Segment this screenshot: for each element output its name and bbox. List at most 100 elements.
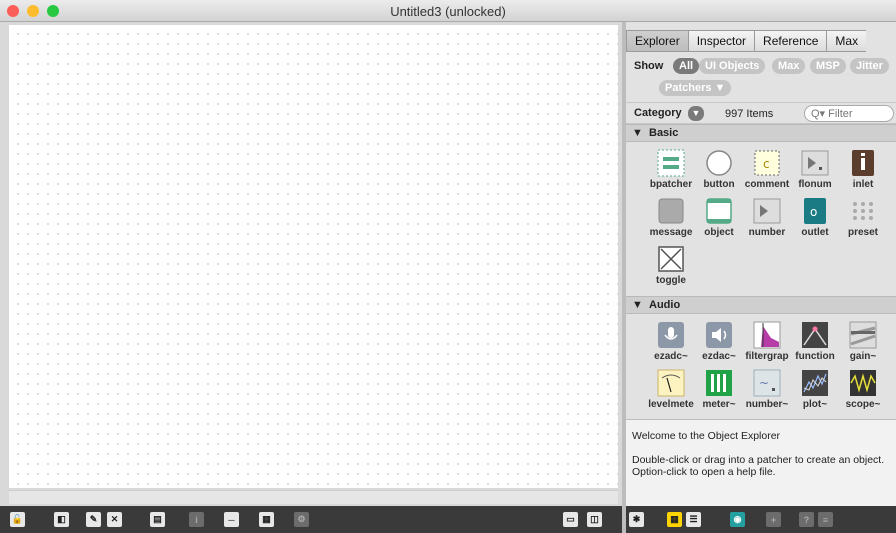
search-icon: Q▾ xyxy=(811,108,826,120)
number-tilde-icon: ~ xyxy=(751,368,783,398)
object-label: ezadc~ xyxy=(654,351,688,362)
object-item-flonum[interactable]: flonum xyxy=(792,148,838,194)
svg-text:~: ~ xyxy=(759,376,769,390)
object-item-ezdac[interactable]: ezdac~ xyxy=(696,320,742,366)
filter-all[interactable]: All xyxy=(673,58,700,74)
help-icon[interactable]: ? xyxy=(799,512,814,527)
outlet-icon: o xyxy=(799,196,831,226)
filter-msp[interactable]: MSP xyxy=(810,58,846,74)
tab-reference[interactable]: Reference xyxy=(755,30,828,52)
tab-max[interactable]: Max xyxy=(827,30,867,52)
add-icon[interactable]: + xyxy=(766,512,781,527)
object-label: scope~ xyxy=(845,399,881,410)
object-item-comment[interactable]: c comment xyxy=(744,148,790,194)
object-item-scope[interactable]: scope~ xyxy=(840,368,886,414)
levelmeter-icon xyxy=(655,368,687,398)
object-item-toggle[interactable]: toggle xyxy=(648,244,694,290)
category-row: Category ▼ 997 Items Q▾ Filter xyxy=(626,102,896,124)
icon-view-icon[interactable]: ▦ xyxy=(667,512,682,527)
object-item-object[interactable]: object xyxy=(696,196,742,242)
object-item-number-tilde[interactable]: ~ number~ xyxy=(744,368,790,414)
object-item-gain[interactable]: gain~ xyxy=(840,320,886,366)
help-pane: Welcome to the Object Explorer Double-cl… xyxy=(626,419,896,506)
debug-icon[interactable]: ⚙ xyxy=(294,512,309,527)
speaker-icon xyxy=(703,320,735,350)
object-item-ezadc[interactable]: ezadc~ xyxy=(648,320,694,366)
filter-patchers[interactable]: Patchers ▼ xyxy=(659,80,732,96)
filter-jitter[interactable]: Jitter xyxy=(850,58,889,74)
horizontal-scrollbar[interactable] xyxy=(9,490,618,504)
section-audio[interactable]: ▼ Audio xyxy=(626,296,896,314)
disclosure-triangle-icon: ▼ xyxy=(632,299,649,311)
object-item-message[interactable]: message xyxy=(648,196,694,242)
split-vertical-icon[interactable]: ◫ xyxy=(587,512,602,527)
filter-input[interactable]: Q▾ Filter xyxy=(804,105,894,122)
toggle-icon xyxy=(655,244,687,274)
button-icon xyxy=(703,148,735,178)
object-item-levelmeter[interactable]: levelmete xyxy=(648,368,694,414)
meter-icon xyxy=(703,368,735,398)
inlet-icon xyxy=(847,148,879,178)
panel-toolbar: ✱ ▦ ☰ ◉ + ? ≡ xyxy=(626,506,896,533)
message-icon xyxy=(655,196,687,226)
object-explorer-panel: Explorer Inspector Reference Max Show Al… xyxy=(626,22,896,533)
help-title: Welcome to the Object Explorer xyxy=(632,430,781,442)
help-body: Double-click or drag into a patcher to c… xyxy=(632,454,885,478)
presentation-icon[interactable]: ◧ xyxy=(54,512,69,527)
object-item-plot[interactable]: plot~ xyxy=(792,368,838,414)
close-box-icon[interactable]: ✕ xyxy=(107,512,122,527)
audio-objects-grid: ezadc~ ezdac~ filtergrap function gain~ … xyxy=(626,314,896,419)
object-label: function xyxy=(795,351,835,362)
object-item-function[interactable]: function xyxy=(792,320,838,366)
object-item-preset[interactable]: preset xyxy=(840,196,886,242)
info-icon[interactable]: i xyxy=(189,512,204,527)
patcher-canvas[interactable] xyxy=(9,25,618,488)
object-label: flonum xyxy=(798,179,832,190)
category-dropdown[interactable]: ▼ xyxy=(688,106,704,121)
object-label: outlet xyxy=(801,227,829,238)
object-label: preset xyxy=(847,227,878,238)
object-item-outlet[interactable]: o outlet xyxy=(792,196,838,242)
object-label: comment xyxy=(744,179,790,190)
object-item-filtergraph[interactable]: filtergrap xyxy=(744,320,790,366)
svg-text:o: o xyxy=(810,205,817,219)
flonum-icon xyxy=(799,148,831,178)
patcher-window: Untitled3 (unlocked) 🔓 ◧ ✎ ✕ ▤ i ─ ▦ ⚙ ▭… xyxy=(0,0,896,533)
object-label: number~ xyxy=(745,399,789,410)
snapshot-icon[interactable]: ▤ xyxy=(150,512,165,527)
grid-icon[interactable]: ▦ xyxy=(259,512,274,527)
split-horizontal-icon[interactable]: ▭ xyxy=(563,512,578,527)
comment-icon: c xyxy=(751,148,783,178)
list-view-icon[interactable]: ☰ xyxy=(686,512,701,527)
object-label: button xyxy=(703,179,735,190)
eye-icon[interactable]: ◉ xyxy=(730,512,745,527)
scope-icon xyxy=(847,368,879,398)
lock-icon[interactable]: 🔓 xyxy=(10,512,25,527)
object-item-bpatcher[interactable]: bpatcher xyxy=(648,148,694,194)
edit-icon[interactable]: ✎ xyxy=(86,512,101,527)
explorer-tabs: Explorer Inspector Reference Max xyxy=(626,30,896,52)
microphone-icon xyxy=(655,320,687,350)
filter-max[interactable]: Max xyxy=(772,58,806,74)
tab-inspector[interactable]: Inspector xyxy=(688,30,756,52)
object-item-inlet[interactable]: inlet xyxy=(840,148,886,194)
object-item-meter[interactable]: meter~ xyxy=(696,368,742,414)
gain-icon xyxy=(847,320,879,350)
connect-icon[interactable]: ─ xyxy=(224,512,239,527)
plot-icon xyxy=(799,368,831,398)
tab-explorer[interactable]: Explorer xyxy=(626,30,689,52)
object-label: filtergrap xyxy=(745,351,789,362)
window-title: Untitled3 (unlocked) xyxy=(390,4,506,19)
disclosure-triangle-icon: ▼ xyxy=(632,127,649,139)
object-label: object xyxy=(704,227,734,238)
filter-ui-objects[interactable]: UI Objects xyxy=(699,58,766,74)
filter-placeholder: Filter xyxy=(828,108,853,120)
section-basic[interactable]: ▼ Basic xyxy=(626,124,896,142)
object-item-button[interactable]: button xyxy=(696,148,742,194)
object-label: inlet xyxy=(852,179,874,190)
settings-icon[interactable]: ✱ xyxy=(629,512,644,527)
item-count: 997 Items xyxy=(725,108,774,120)
object-label: bpatcher xyxy=(649,179,693,190)
details-icon[interactable]: ≡ xyxy=(818,512,833,527)
object-item-number[interactable]: number xyxy=(744,196,790,242)
